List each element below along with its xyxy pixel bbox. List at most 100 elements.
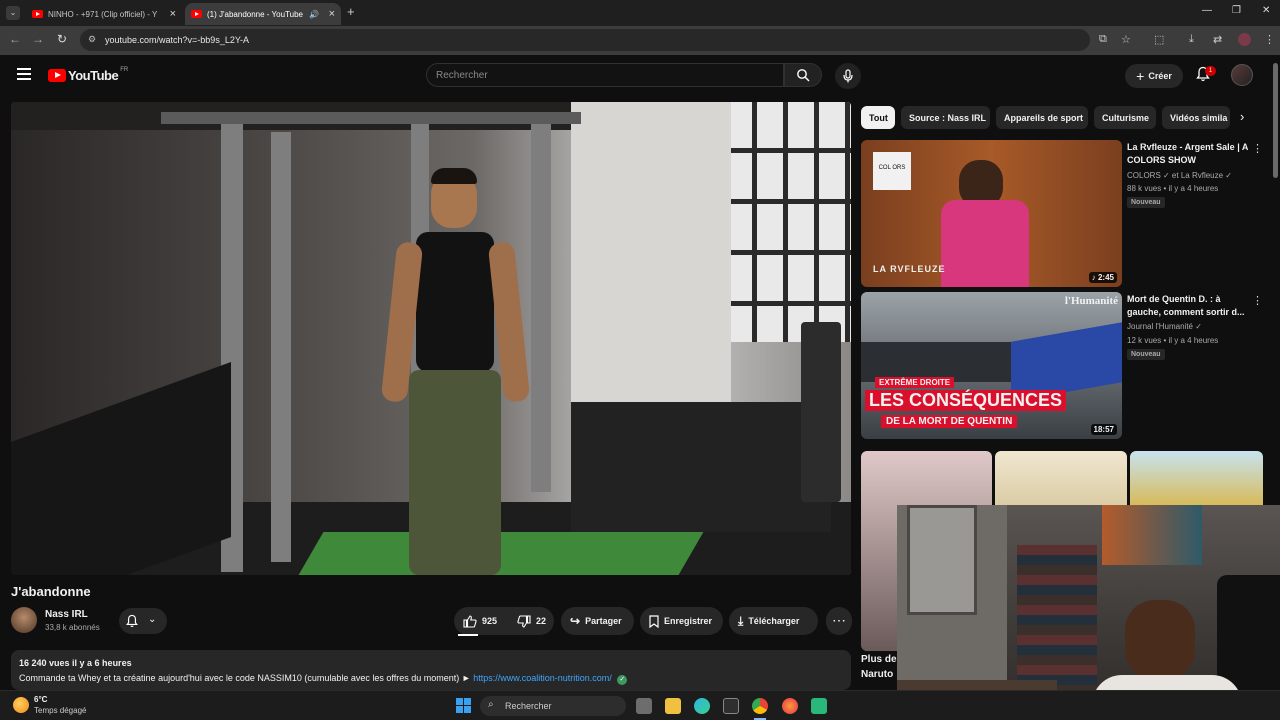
microphone-icon: [843, 69, 853, 83]
install-app-icon[interactable]: ⧉: [1099, 33, 1107, 46]
turf-strip: [298, 532, 704, 575]
voice-search-button[interactable]: [835, 63, 861, 89]
minimize-button[interactable]: —: [1202, 5, 1212, 16]
page-scrollbar[interactable]: [1273, 63, 1278, 178]
reload-icon[interactable]: ↻: [53, 32, 71, 46]
tab-label: NINHO - +971 (Clip officiel) - Y: [48, 9, 158, 19]
recommended-thumbnail-2[interactable]: l'Humanité EXTRÊME DROITE LES CONSÉQUENC…: [861, 292, 1122, 439]
recommended-channel-2[interactable]: Journal l'Humanité ✓: [1127, 322, 1202, 331]
audio-icon[interactable]: 🔊: [309, 10, 319, 19]
account-avatar[interactable]: [1231, 64, 1253, 86]
youtube-favicon-icon: [32, 10, 43, 18]
extensions-icon[interactable]: ⬚: [1154, 33, 1164, 46]
task-view-icon[interactable]: [636, 698, 652, 714]
chip-bodybuilding[interactable]: Culturisme: [1094, 106, 1156, 129]
partial-title[interactable]: Plus de: [861, 654, 897, 665]
search-input[interactable]: Rechercher: [426, 63, 784, 87]
mix-thumbnail-c[interactable]: [1130, 451, 1263, 511]
video-options-icon[interactable]: ⋮: [1252, 142, 1263, 155]
tab-jabandonne[interactable]: (1) J'abandonne - YouTube 🔊 ×: [185, 3, 341, 25]
recommended-title-1[interactable]: La Rvfleuze - Argent Sale | A COLORS SHO…: [1127, 141, 1249, 167]
leg-machine: [571, 402, 831, 532]
close-window-button[interactable]: ✕: [1262, 5, 1270, 16]
search-button[interactable]: [784, 63, 822, 87]
file-explorer-icon[interactable]: [665, 698, 681, 714]
chrome-icon[interactable]: [752, 698, 768, 714]
notification-badge: 1: [1205, 66, 1216, 76]
gym-window: [726, 102, 851, 342]
colors-logo: COL ORS: [873, 152, 911, 190]
video-player[interactable]: [11, 102, 851, 575]
firefox-icon[interactable]: [782, 698, 798, 714]
gym-wall: [571, 102, 731, 422]
tab-search-button[interactable]: ⌄: [6, 6, 20, 20]
taskbar-search[interactable]: ⌕ Rechercher: [480, 696, 626, 716]
recommended-meta-1: 88 k vues • il y a 4 heures: [1127, 184, 1219, 193]
menu-icon[interactable]: [17, 68, 31, 80]
weather-temperature[interactable]: 6°C: [34, 695, 47, 704]
windows-start-icon[interactable]: [456, 698, 472, 714]
app-icon[interactable]: [811, 698, 827, 714]
person-tank-top: [416, 232, 494, 372]
partial-title-line2[interactable]: Naruto: [861, 669, 893, 680]
new-badge: Nouveau: [1127, 197, 1165, 208]
subscriber-count: 33,8 k abonnés: [45, 623, 100, 632]
thumbnail-tag: EXTRÊME DROITE: [875, 377, 955, 388]
like-count: 925: [482, 616, 498, 626]
download-icon[interactable]: ⤓: [1189, 33, 1194, 46]
webcam-posters: [1102, 505, 1202, 565]
download-button[interactable]: ⤓ Télécharger: [729, 607, 818, 635]
description-link[interactable]: https://www.coalition-nutrition.com/: [473, 673, 612, 683]
dislike-button[interactable]: 22: [517, 614, 546, 628]
chip-all[interactable]: Tout: [861, 106, 895, 129]
browser-menu-icon[interactable]: ⋮: [1264, 33, 1275, 46]
cable-machine-post: [271, 132, 291, 562]
youtube-logo[interactable]: YouTube FR: [48, 67, 128, 83]
recommended-channel-1[interactable]: COLORS ✓ et La Rvfleuze ✓: [1127, 171, 1232, 180]
profile-avatar-icon[interactable]: [1238, 33, 1251, 46]
close-tab-icon[interactable]: ×: [329, 8, 335, 20]
recommended-title-2[interactable]: Mort de Quentin D. : à gauche, comment s…: [1127, 293, 1249, 319]
youtube-favicon-icon: [191, 10, 202, 18]
subscription-bell-button[interactable]: ⌄: [119, 608, 167, 634]
chip-similar[interactable]: Vidéos simila: [1162, 106, 1230, 129]
more-actions-button[interactable]: ⋯: [826, 607, 852, 635]
chip-source[interactable]: Source : Nass IRL: [901, 106, 990, 129]
maximize-button[interactable]: ❐: [1232, 5, 1241, 16]
close-tab-icon[interactable]: ×: [170, 8, 176, 20]
profile-switch-icon[interactable]: ⇄: [1213, 33, 1222, 46]
new-tab-button[interactable]: +: [347, 4, 355, 19]
mix-thumbnail-b[interactable]: [995, 451, 1127, 511]
back-icon[interactable]: ←: [6, 32, 24, 46]
store-icon[interactable]: [723, 698, 739, 714]
weather-description[interactable]: Temps dégagé: [34, 706, 86, 715]
chip-sport-equipment[interactable]: Appareils de sport: [996, 106, 1088, 129]
share-icon: ↪: [570, 614, 581, 628]
chevron-right-icon[interactable]: ›: [1240, 109, 1244, 124]
webcam-person-head: [1125, 600, 1195, 680]
edge-icon[interactable]: [694, 698, 710, 714]
like-button[interactable]: 925: [463, 614, 498, 628]
recommended-thumbnail-1[interactable]: COL ORS LA RVFLEUZE ♪ 2:45: [861, 140, 1122, 287]
address-bar[interactable]: ⚙ youtube.com/watch?v=-bb9s_L2Y-A: [80, 29, 1090, 51]
view-stats: 16 240 vues il y a 6 heures: [19, 658, 132, 668]
bench-press: [11, 361, 231, 575]
video-options-icon[interactable]: ⋮: [1252, 294, 1263, 307]
channel-name[interactable]: Nass IRL: [45, 609, 88, 620]
thumbnail-headline: LES CONSÉQUENCES: [865, 390, 1067, 411]
browser-tab-bar: ⌄ NINHO - +971 (Clip officiel) - Y × (1)…: [0, 0, 1280, 26]
site-info-icon[interactable]: ⚙: [88, 34, 96, 45]
create-button[interactable]: + Créer: [1125, 64, 1183, 88]
chevron-down-icon: ⌄: [148, 614, 157, 625]
description-text: Commande ta Whey et ta créatine aujourd'…: [19, 673, 628, 685]
taskbar-search-label: Rechercher: [505, 701, 552, 711]
description-body: Commande ta Whey et ta créatine aujourd'…: [19, 673, 474, 683]
video-title: J'abandonne: [11, 584, 91, 599]
weather-sun-icon[interactable]: [13, 697, 29, 713]
channel-avatar[interactable]: [11, 607, 37, 633]
save-button[interactable]: Enregistrer: [640, 607, 723, 635]
bookmark-star-icon[interactable]: ☆: [1121, 33, 1131, 46]
share-button[interactable]: ↪ Partager: [561, 607, 634, 635]
tab-ninho[interactable]: NINHO - +971 (Clip officiel) - Y ×: [26, 3, 182, 25]
forward-icon[interactable]: →: [29, 32, 47, 46]
